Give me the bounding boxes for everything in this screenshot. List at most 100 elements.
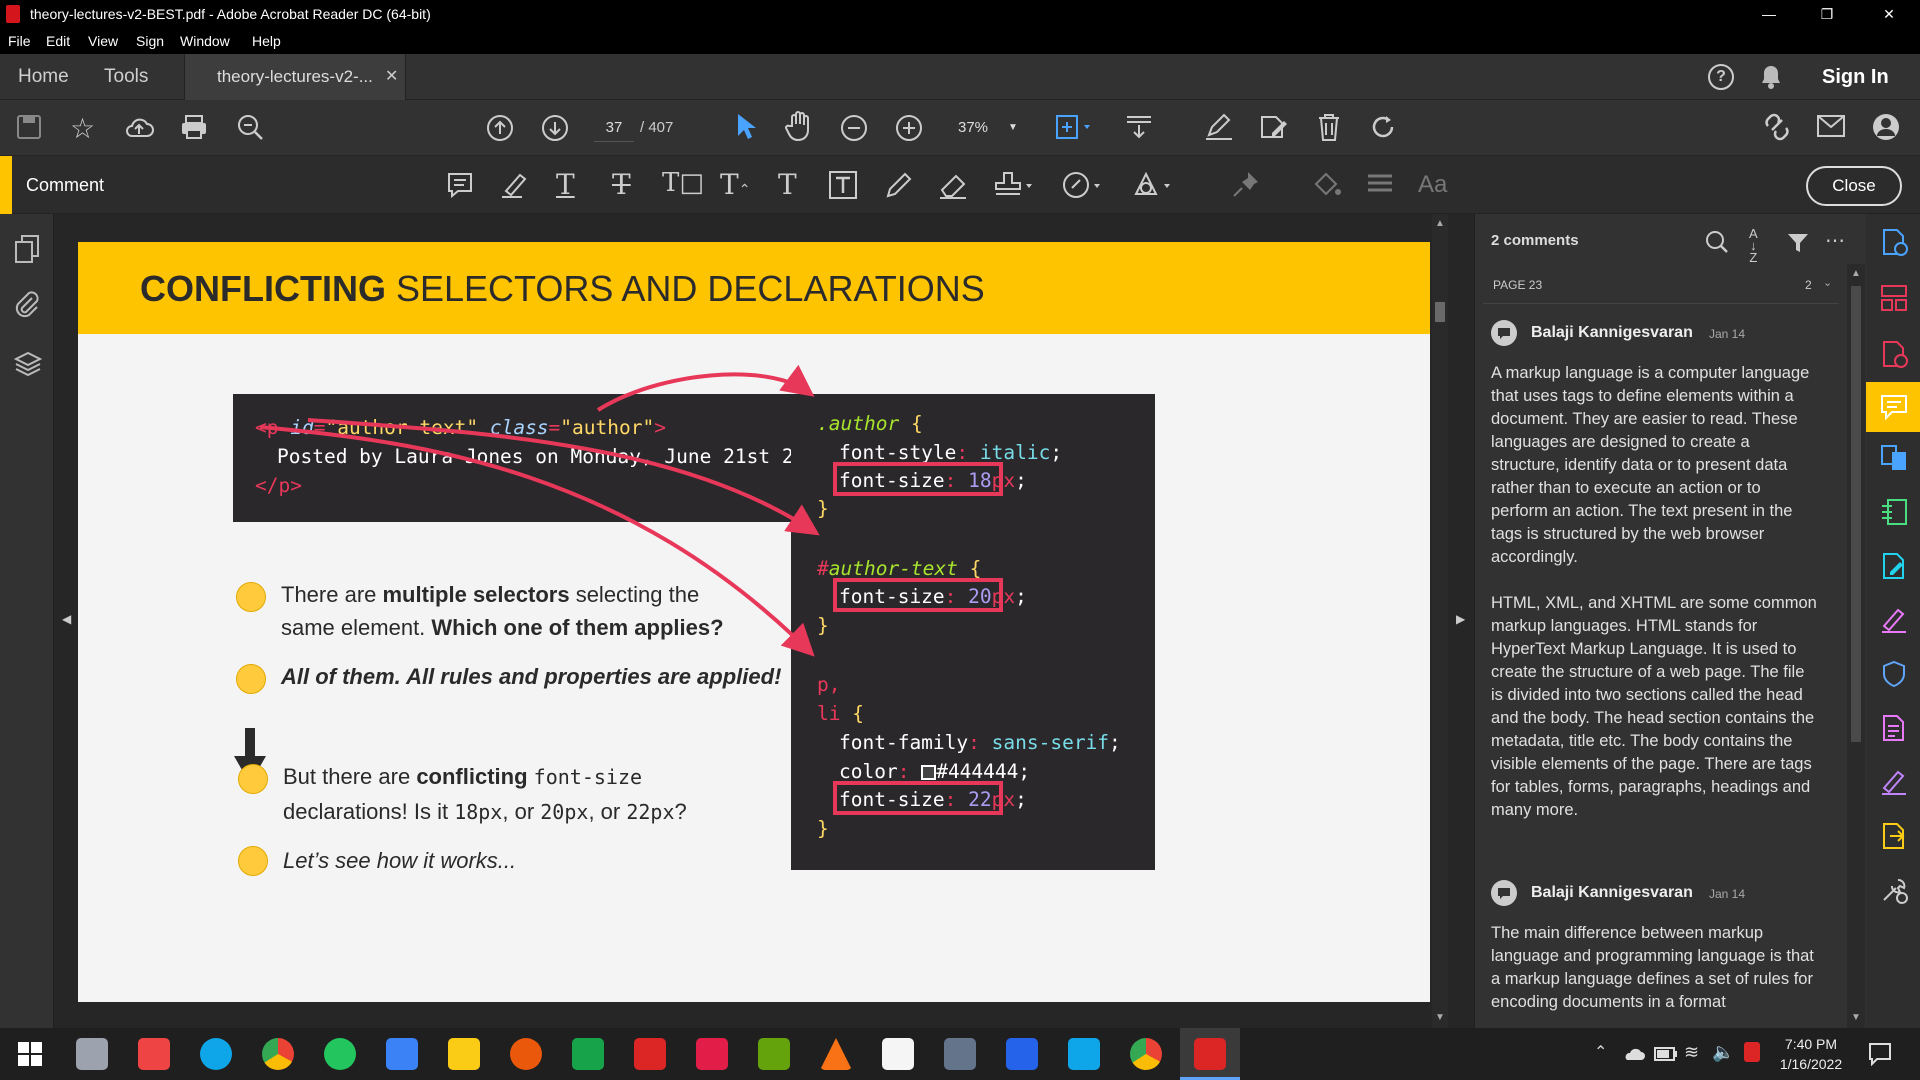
fill-and-sign-icon[interactable] <box>1880 606 1908 634</box>
layers-icon[interactable] <box>14 350 42 378</box>
highlight-pen-icon[interactable] <box>500 171 530 199</box>
send-for-comments-icon[interactable] <box>1880 822 1908 850</box>
excel-icon[interactable] <box>572 1038 604 1070</box>
email-icon[interactable] <box>1816 114 1846 138</box>
comments-scrollbar[interactable]: ▲ ▼ <box>1847 264 1865 1028</box>
export-pdf-icon[interactable] <box>1880 228 1908 256</box>
close-comment-button[interactable]: Close <box>1806 166 1902 206</box>
file-explorer-icon[interactable] <box>448 1038 480 1070</box>
fill-sign-icon[interactable] <box>1204 113 1234 141</box>
strikethrough-text-icon[interactable]: T <box>612 168 631 201</box>
underline-text-icon[interactable]: T <box>556 168 575 201</box>
comments-scroll-down-icon[interactable]: ▼ <box>1851 1012 1861 1023</box>
zoom-in-icon[interactable] <box>895 114 923 142</box>
delete-trash-icon[interactable] <box>1316 112 1342 142</box>
upload-cloud-icon[interactable] <box>124 114 154 140</box>
comments-scroll-up-icon[interactable]: ▲ <box>1851 268 1861 279</box>
combine-files-icon[interactable] <box>1880 444 1908 472</box>
more-tools-icon[interactable] <box>1880 876 1908 904</box>
fit-page-icon[interactable] <box>1054 113 1094 141</box>
vscode-icon[interactable] <box>1068 1038 1100 1070</box>
clock[interactable]: 7:40 PM 1/16/2022 <box>1766 1034 1856 1074</box>
menu-window[interactable]: Window <box>180 33 230 49</box>
insert-text-icon[interactable]: T⌃ <box>720 168 750 201</box>
page-number-input[interactable]: 37 <box>594 114 634 142</box>
menu-edit[interactable]: Edit <box>46 33 70 49</box>
document-view[interactable]: ◀ ▶ ▲ ▼ CONFLICTING SELECTORS AND DECLAR… <box>54 214 1474 1028</box>
shapes-icon[interactable] <box>1132 170 1172 200</box>
filter-icon[interactable] <box>1787 232 1809 254</box>
menu-file[interactable]: File <box>8 33 31 49</box>
request-signature-icon[interactable] <box>1880 768 1908 796</box>
et-app-icon[interactable] <box>696 1038 728 1070</box>
zoom-meetings-icon[interactable] <box>386 1038 418 1070</box>
scroll-thumb[interactable] <box>1435 302 1445 322</box>
menu-view[interactable]: View <box>88 33 118 49</box>
rotate-icon[interactable] <box>1370 113 1398 141</box>
bookmark-star-icon[interactable]: ☆ <box>70 112 95 145</box>
onedrive-cloud-icon[interactable] <box>1622 1044 1646 1062</box>
zoom-level-dropdown[interactable]: 37% ▼ <box>948 114 1024 142</box>
share-link-icon[interactable] <box>1762 112 1794 142</box>
protect-shield-icon[interactable] <box>1880 660 1908 688</box>
wifi-icon[interactable]: ≋ <box>1684 1042 1699 1063</box>
system-tray-chevron-icon[interactable]: ⌃ <box>1594 1042 1607 1062</box>
sticky-note-icon[interactable] <box>446 171 474 199</box>
snipping-tool-icon[interactable] <box>882 1038 914 1070</box>
chrome-profile-icon[interactable] <box>1130 1038 1162 1070</box>
acrobat-document-icon[interactable] <box>634 1038 666 1070</box>
outlook-icon[interactable] <box>944 1038 976 1070</box>
powerpoint-icon[interactable] <box>510 1038 542 1070</box>
add-text-icon[interactable]: T <box>778 168 797 201</box>
whatsapp-icon[interactable] <box>324 1038 356 1070</box>
vlc-player-icon[interactable] <box>820 1038 852 1070</box>
pycharm-tree-icon[interactable] <box>758 1038 790 1070</box>
print-icon[interactable] <box>180 114 208 140</box>
scroll-mode-icon[interactable] <box>1124 113 1154 141</box>
minimize-button[interactable]: — <box>1746 0 1792 28</box>
select-cursor-icon[interactable] <box>734 112 758 142</box>
anydesk-icon[interactable] <box>138 1038 170 1070</box>
organize-pages-icon[interactable] <box>1880 284 1908 312</box>
comment-tool-button[interactable] <box>1866 382 1920 432</box>
acrobat-active-taskbar-button[interactable] <box>1180 1028 1240 1080</box>
sort-icon[interactable]: A ↓ Z <box>1749 227 1758 264</box>
notification-bell-icon[interactable] <box>1760 64 1782 90</box>
word-icon[interactable] <box>1006 1038 1038 1070</box>
more-options-icon[interactable]: ⋯ <box>1825 228 1846 253</box>
file-explorer-legacy-icon[interactable] <box>76 1038 108 1070</box>
prepare-form-icon[interactable] <box>1880 714 1908 742</box>
add-user-icon[interactable] <box>1872 112 1902 142</box>
windows-start-icon[interactable] <box>14 1038 46 1070</box>
text-box-icon[interactable] <box>828 170 858 200</box>
menu-help[interactable]: Help <box>252 33 281 49</box>
help-icon[interactable]: ? <box>1708 64 1734 90</box>
page-group-header[interactable]: PAGE 23 2 ⌄ <box>1483 264 1839 304</box>
menu-sign[interactable]: Sign <box>136 33 164 49</box>
tab-home[interactable]: Home <box>18 66 69 88</box>
notification-badge-icon[interactable] <box>1744 1042 1760 1062</box>
close-window-button[interactable]: ✕ <box>1866 0 1912 28</box>
chrome-browser-icon[interactable] <box>262 1038 294 1070</box>
search-comments-icon[interactable] <box>1705 230 1729 254</box>
line-weight-icon[interactable] <box>1366 173 1394 197</box>
zoom-out-icon[interactable] <box>840 114 868 142</box>
attach-file-icon[interactable] <box>1062 170 1102 200</box>
tab-tools[interactable]: Tools <box>104 66 148 88</box>
action-center-icon[interactable] <box>1868 1042 1892 1066</box>
stamp-icon[interactable] <box>994 170 1034 200</box>
expand-right-pane-icon[interactable]: ▶ <box>1456 612 1465 626</box>
edit-pdf-icon[interactable] <box>1258 113 1290 141</box>
replace-text-icon[interactable]: T□ <box>662 168 704 198</box>
close-tab-icon[interactable]: ✕ <box>385 66 398 86</box>
font-style-icon[interactable]: Aa <box>1418 171 1447 199</box>
edit-pdf-tool-icon[interactable] <box>1880 552 1908 580</box>
eraser-icon[interactable] <box>938 170 970 200</box>
compress-pdf-icon[interactable] <box>1880 498 1908 526</box>
collapse-left-pane-icon[interactable]: ◀ <box>62 612 71 626</box>
battery-icon[interactable] <box>1654 1046 1678 1062</box>
pin-icon[interactable] <box>1232 170 1260 200</box>
save-icon[interactable] <box>16 114 42 140</box>
edge-browser-icon[interactable] <box>200 1038 232 1070</box>
restore-button[interactable]: ❐ <box>1804 0 1850 28</box>
